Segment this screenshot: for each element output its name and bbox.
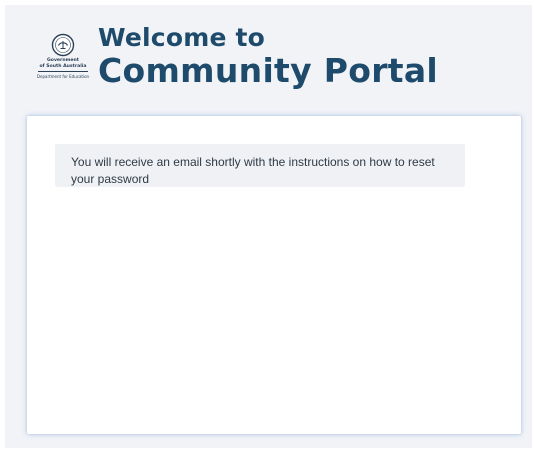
crest-icon bbox=[51, 33, 75, 57]
logo-text-department: Department for Education bbox=[36, 74, 90, 79]
reset-confirmation-message: You will receive an email shortly with t… bbox=[55, 144, 465, 187]
page-title-welcome: Welcome to bbox=[98, 23, 266, 52]
page: Government of South Australia Department… bbox=[0, 0, 534, 450]
logo-text-state: of South Australia bbox=[39, 64, 87, 69]
page-title-portal: Community Portal bbox=[98, 51, 439, 90]
main-card: You will receive an email shortly with t… bbox=[27, 116, 521, 434]
government-logo: Government of South Australia Department… bbox=[33, 33, 93, 99]
logo-divider bbox=[38, 71, 88, 72]
header: Government of South Australia Department… bbox=[5, 5, 532, 110]
logo-text-government: Government bbox=[47, 58, 79, 63]
